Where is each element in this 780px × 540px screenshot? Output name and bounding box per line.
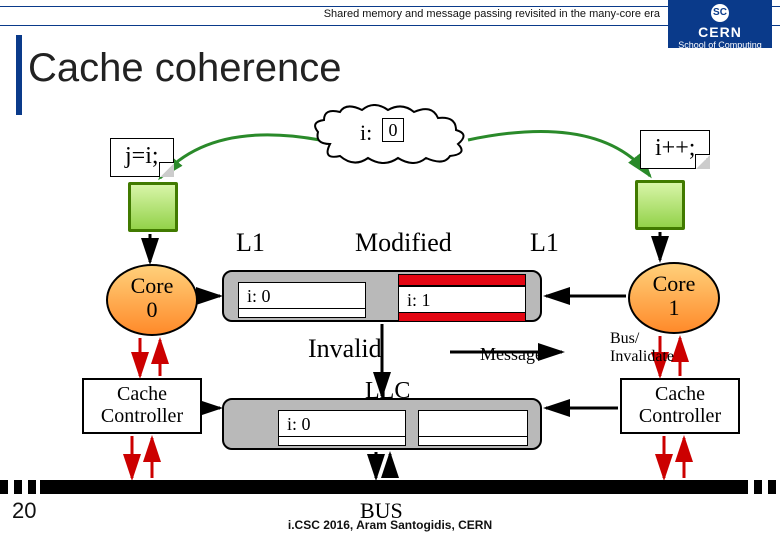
l1-cell-left-empty — [238, 308, 366, 318]
bus-inv-l2: Invalidate — [610, 348, 674, 365]
logo-ball-icon: SC — [711, 4, 729, 22]
l1-label-left: L1 — [236, 228, 265, 258]
title-accent-bar — [16, 35, 22, 115]
cache-controller-left: Cache Controller — [82, 378, 202, 434]
cpu-icon-right — [635, 180, 685, 230]
l1-label-right: L1 — [530, 228, 559, 258]
core-0-line2: 0 — [147, 297, 158, 322]
l1-cell-left: i: 0 — [238, 282, 366, 310]
cpu-icon-left — [128, 182, 178, 232]
cc-left-l2: Controller — [101, 405, 183, 427]
logo-org: CERN — [698, 24, 742, 40]
cc-right-l1: Cache — [655, 383, 705, 405]
cache-controller-right: Cache Controller — [620, 378, 740, 434]
bus-label: BUS — [360, 498, 403, 524]
logo-block: SC CERN School of Computing — [668, 0, 772, 48]
bus-inv-l1: Bus/ — [610, 330, 639, 347]
cc-right-l2: Controller — [639, 405, 721, 427]
core-1: Core 1 — [628, 262, 720, 334]
state-invalid: Invalid — [308, 334, 382, 364]
code-note-right: i++; — [640, 130, 710, 169]
slide-title: Cache coherence — [28, 46, 342, 91]
state-modified: Modified — [355, 228, 452, 258]
core-1-line2: 1 — [669, 295, 680, 320]
llc-cell2 — [418, 410, 528, 438]
l1-cell-right: i: 1 — [398, 286, 526, 314]
core-1-line1: Core — [653, 271, 696, 296]
message-label: Message — [480, 344, 543, 365]
core-0: Core 0 — [106, 264, 198, 336]
llc-cell2-empty — [418, 436, 528, 446]
cc-left-l1: Cache — [117, 383, 167, 405]
shared-var-value: 0 — [382, 118, 404, 142]
logo-line: School of Computing — [678, 40, 762, 50]
llc-cell: i: 0 — [278, 410, 406, 438]
header-topic: Shared memory and message passing revisi… — [324, 8, 660, 20]
bus-dash-right — [740, 480, 780, 494]
core-0-line1: Core — [131, 273, 174, 298]
llc-cell-empty — [278, 436, 406, 446]
l1-cell-right-red-top — [398, 274, 526, 286]
code-note-left: j=i; — [110, 138, 174, 177]
shared-var-label: i: — [360, 120, 372, 146]
bus-invalidate-label: Bus/ Invalidate — [610, 330, 674, 366]
bus-dash-left — [0, 480, 40, 494]
bus-bar — [40, 480, 744, 494]
l1-cell-right-red-bot — [398, 312, 526, 322]
